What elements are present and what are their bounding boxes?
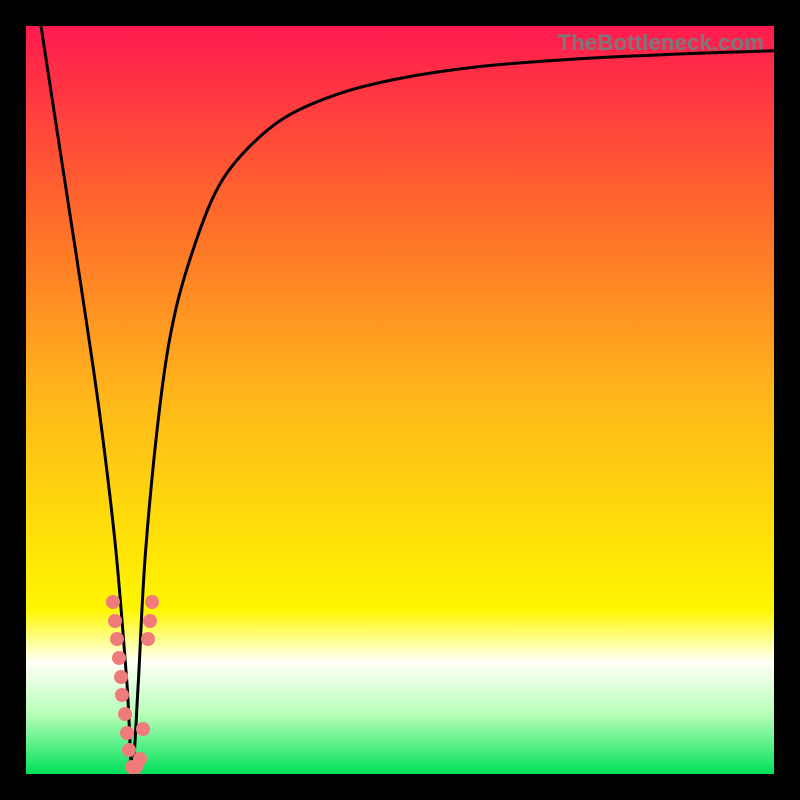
data-point — [110, 632, 124, 646]
bottleneck-curve — [26, 26, 774, 774]
data-point — [143, 614, 157, 628]
data-point — [108, 614, 122, 628]
plot-area: TheBottleneck.com — [26, 26, 774, 774]
data-point — [120, 726, 134, 740]
chart-frame: TheBottleneck.com — [0, 0, 800, 800]
data-point — [118, 707, 132, 721]
data-point — [112, 651, 126, 665]
data-point — [114, 670, 128, 684]
data-point — [133, 752, 147, 766]
data-point — [106, 595, 120, 609]
